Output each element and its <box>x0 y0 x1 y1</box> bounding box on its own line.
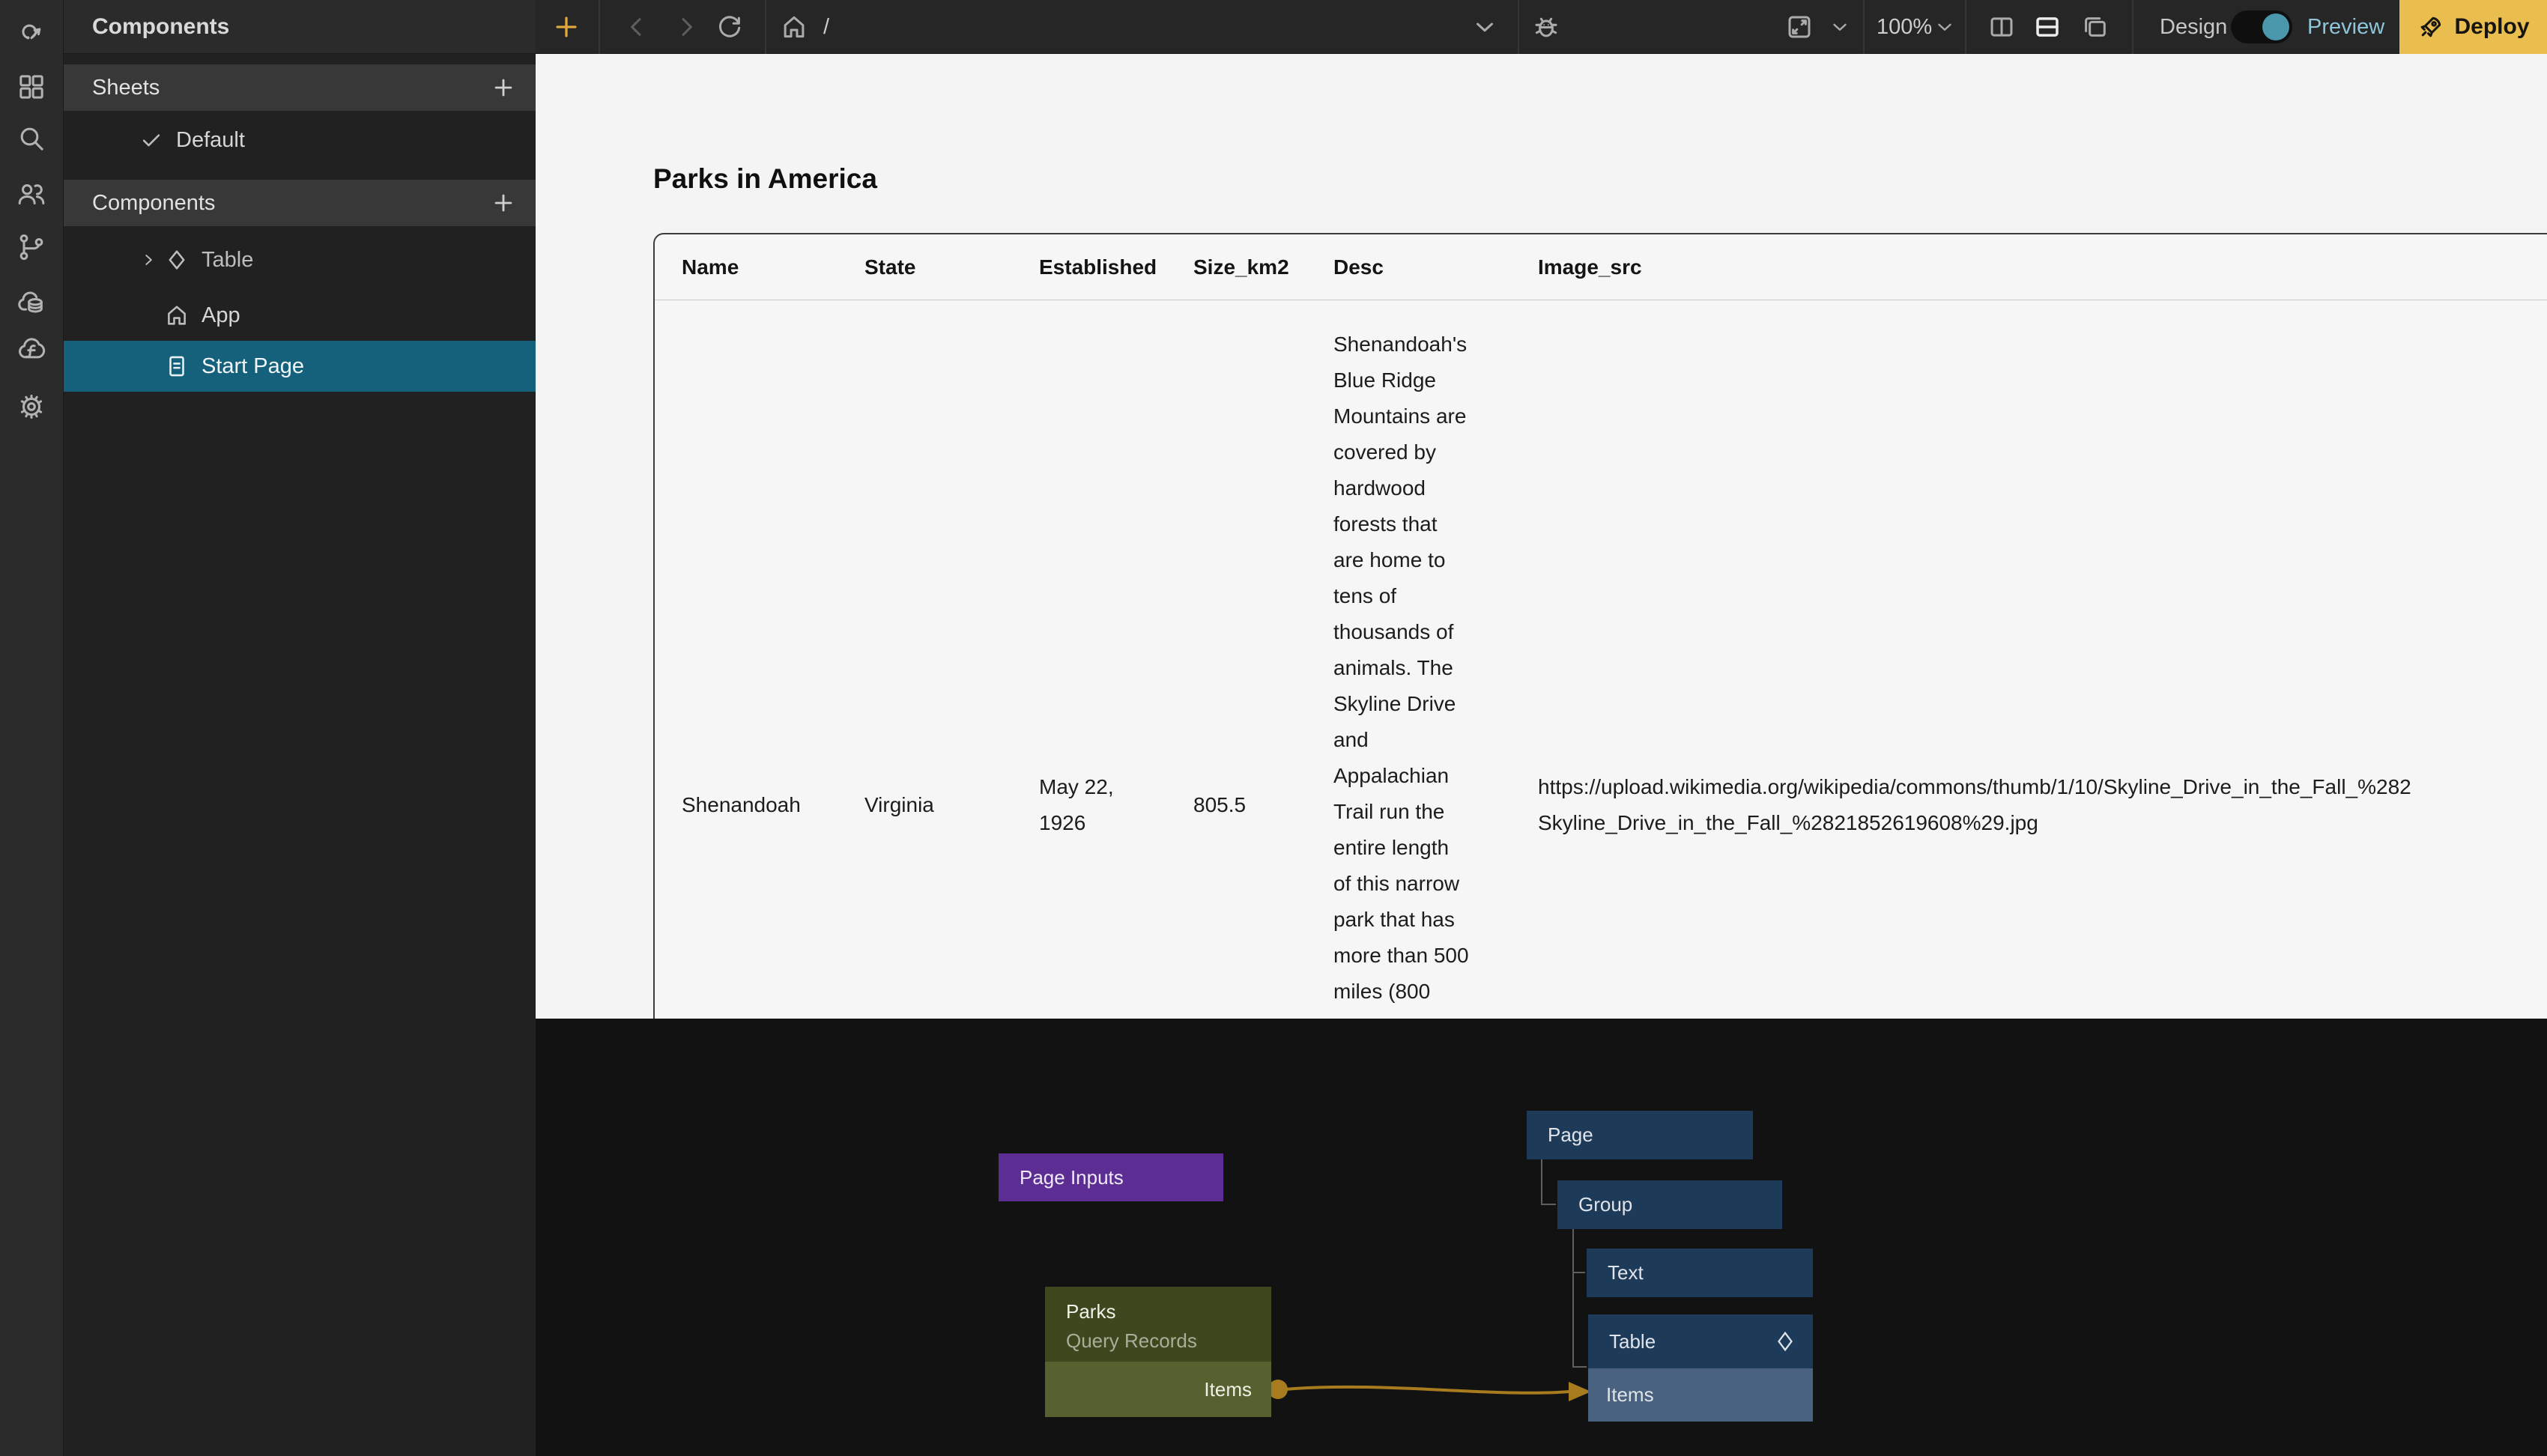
add-sheet-button[interactable] <box>491 75 516 100</box>
items-binding-wire <box>1285 1387 1569 1393</box>
node-label: Group <box>1578 1193 1632 1216</box>
dashboard-icon[interactable] <box>16 71 47 103</box>
tree-item-label: Start Page <box>202 354 304 379</box>
components-section-label: Components <box>92 191 215 216</box>
graph-node-table[interactable]: Table <box>1588 1314 1813 1368</box>
sidebar: Components Sheets Default Components <box>64 0 536 1456</box>
column-header-image-src[interactable]: Image_src <box>1538 255 1642 279</box>
tree-item-start-page[interactable]: Start Page <box>64 341 536 392</box>
sheet-item-default[interactable]: Default <box>64 118 536 162</box>
parks-query-header: Parks Query Records <box>1045 1287 1271 1362</box>
zoom-level[interactable]: 100% <box>1877 0 1932 54</box>
graph-node-page[interactable]: Page <box>1527 1111 1753 1159</box>
chevron-right-icon[interactable] <box>139 250 158 270</box>
cell-image-src: https://upload.wikimedia.org/wikipedia/c… <box>1538 769 2547 841</box>
app-window: Components Sheets Default Components <box>0 0 2547 1456</box>
column-header-name[interactable]: Name <box>682 255 739 279</box>
top-toolbar: / 100% Design <box>536 0 2547 54</box>
split-columns-icon[interactable] <box>1987 0 2016 54</box>
page-path: / <box>823 0 829 54</box>
node-label: Page Inputs <box>1020 1166 1124 1189</box>
page-dropdown-chevron-icon[interactable] <box>1471 0 1499 54</box>
refresh-button[interactable] <box>715 0 744 54</box>
debug-bug-icon[interactable] <box>1532 0 1560 54</box>
sheet-item-label: Default <box>176 128 245 153</box>
zoom-dropdown-chevron-icon[interactable] <box>1933 0 1956 54</box>
preview-mode-label[interactable]: Preview <box>2307 0 2384 54</box>
graph-node-table-items[interactable]: Items <box>1588 1368 1813 1422</box>
app-logo-icon[interactable] <box>16 13 47 45</box>
tree-item-table[interactable]: Table <box>64 238 536 282</box>
tree-item-app[interactable]: App <box>64 294 536 337</box>
split-rows-icon[interactable] <box>2033 0 2062 54</box>
git-branch-icon[interactable] <box>16 231 47 263</box>
cell-name: Shenandoah <box>682 787 801 823</box>
cell-desc: Shenandoah's Blue Ridge Mountains are co… <box>1333 327 1513 1019</box>
graph-connectors <box>536 1019 2547 1456</box>
cloud-functions-icon[interactable] <box>16 333 47 365</box>
design-preview-toggle[interactable] <box>2231 10 2292 43</box>
column-header-state[interactable]: State <box>864 255 915 279</box>
check-icon <box>139 127 164 153</box>
home-page-button[interactable] <box>780 0 808 54</box>
cell-established: May 22, 1926 <box>1039 769 1114 841</box>
icon-rail <box>0 0 64 1456</box>
cell-state: Virginia <box>864 787 934 823</box>
graph-node-text[interactable]: Text <box>1587 1249 1813 1297</box>
users-icon[interactable] <box>16 178 47 210</box>
tree-item-label: App <box>202 303 240 328</box>
add-component-button[interactable] <box>491 190 516 216</box>
design-mode-label: Design <box>2160 0 2227 54</box>
add-element-button[interactable] <box>552 0 581 54</box>
node-label: Table <box>1609 1330 1656 1353</box>
node-label: Text <box>1608 1261 1644 1284</box>
toolbar-separator <box>765 0 766 54</box>
sheets-section-header: Sheets <box>64 64 536 111</box>
settings-gear-icon[interactable] <box>16 391 47 422</box>
page-file-icon <box>164 354 190 379</box>
graph-node-group[interactable]: Group <box>1557 1180 1782 1229</box>
toolbar-separator <box>1518 0 1519 54</box>
node-label: Page <box>1548 1123 1593 1147</box>
windows-overlap-icon[interactable] <box>2080 0 2109 54</box>
sheets-section-label: Sheets <box>92 76 160 100</box>
home-icon <box>164 303 190 328</box>
parks-table-component[interactable]: Name State Established Size_km2 Desc Ima… <box>653 233 2547 1019</box>
graph-node-page-inputs[interactable]: Page Inputs <box>999 1153 1223 1201</box>
fit-screen-icon[interactable] <box>1785 0 1814 54</box>
back-button[interactable] <box>623 0 651 54</box>
components-section-header: Components <box>64 180 536 226</box>
toolbar-separator <box>2132 0 2133 54</box>
cell-size-km2: 805.5 <box>1193 787 1246 823</box>
query-type: Query Records <box>1066 1329 1271 1353</box>
column-header-size-km2[interactable]: Size_km2 <box>1193 255 1289 279</box>
node-label: Items <box>1606 1383 1654 1407</box>
toolbar-separator <box>1965 0 1966 54</box>
forward-button[interactable] <box>672 0 700 54</box>
parks-items-output[interactable]: Items <box>1045 1362 1271 1417</box>
deploy-button[interactable]: Deploy <box>2399 0 2547 54</box>
toolbar-separator <box>1863 0 1865 54</box>
design-canvas[interactable]: Parks in America Name State Established … <box>536 54 2547 1019</box>
search-icon[interactable] <box>16 123 47 154</box>
rocket-icon <box>2417 13 2445 41</box>
sidebar-title: Components <box>64 0 536 54</box>
node-label: Items <box>1204 1378 1252 1401</box>
canvas-heading-text[interactable]: Parks in America <box>653 163 877 195</box>
graph-node-parks-query[interactable]: Parks Query Records Items <box>1045 1287 1271 1417</box>
column-header-established[interactable]: Established <box>1039 255 1157 279</box>
fit-dropdown-chevron-icon[interactable] <box>1829 0 1851 54</box>
toggle-knob <box>2262 13 2289 40</box>
column-header-desc[interactable]: Desc <box>1333 255 1384 279</box>
component-diamond-icon <box>164 247 190 273</box>
table-header-row: Name State Established Size_km2 Desc Ima… <box>655 234 2547 300</box>
data-flow-panel[interactable]: Page Inputs Page Group Text Table Items … <box>536 1019 2547 1456</box>
query-name: Parks <box>1066 1300 1271 1323</box>
component-diamond-icon <box>1772 1329 1798 1354</box>
toolbar-separator <box>599 0 600 54</box>
deploy-label: Deploy <box>2454 14 2529 40</box>
tree-item-label: Table <box>202 248 253 273</box>
data-sources-icon[interactable] <box>16 287 47 318</box>
